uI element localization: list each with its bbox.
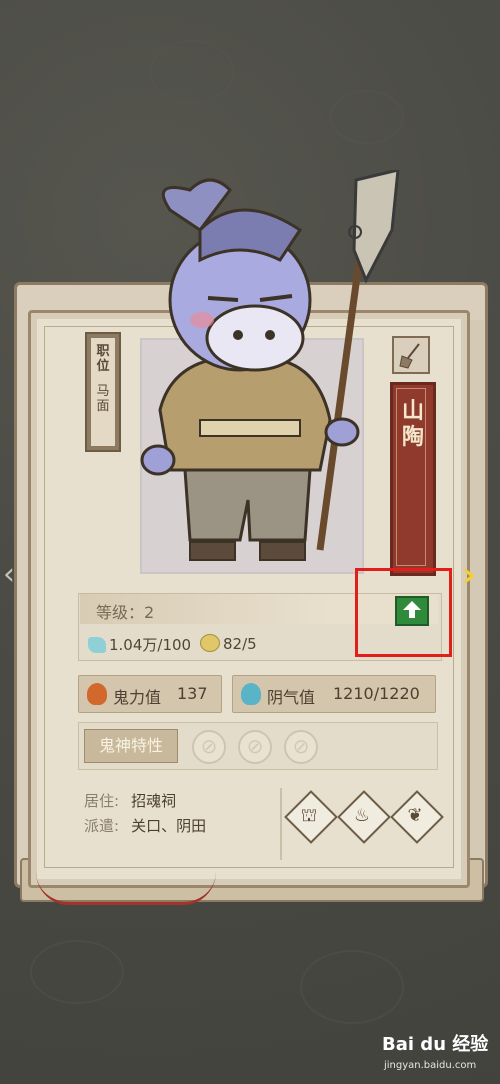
dispatch-info: 派遣: 关口、阴田 — [84, 815, 206, 836]
residence-value: 招魂祠 — [131, 792, 177, 810]
empty-trait-slot-icon[interactable]: ⊘ — [238, 730, 272, 764]
dispatch-value: 关口、阴田 — [131, 817, 207, 835]
coin-value: 82/5 — [223, 635, 257, 653]
character-portrait[interactable] — [130, 170, 410, 580]
info-divider — [280, 788, 282, 860]
yin-qi-stat: 阴气值 1210/1220 — [232, 675, 436, 713]
empty-trait-slot-icon[interactable]: ⊘ — [284, 730, 318, 764]
coin-resource: 82/5 — [200, 634, 257, 653]
jade-icon — [88, 637, 106, 653]
tutorial-highlight-box — [355, 568, 452, 657]
incense-icon: ♨ — [353, 805, 371, 826]
coin-icon — [200, 634, 220, 652]
dispatch-label: 派遣: — [84, 817, 120, 835]
position-tag: 职位 马面 — [85, 332, 121, 452]
background-swirl — [300, 950, 404, 1024]
position-label: 职位 — [96, 344, 110, 374]
ghost-power-value: 137 — [177, 684, 208, 703]
jade-resource: 1.04万/100 — [88, 634, 191, 655]
baidu-watermark-url: jingyan.baidu.com — [384, 1060, 477, 1071]
baidu-watermark: Bai du 经验 — [382, 1034, 489, 1055]
red-cord-decoration — [36, 872, 216, 905]
yin-flame-icon — [241, 683, 261, 705]
position-value: 马面 — [96, 384, 110, 414]
yin-qi-label: 阴气值 — [267, 688, 316, 707]
empty-trait-slot-icon[interactable]: ⊘ — [192, 730, 226, 764]
ghost-traits-button[interactable]: 鬼神特性 — [84, 729, 178, 763]
gift-bag-icon: ❦ — [407, 805, 423, 826]
jade-value: 1.04万/100 — [109, 636, 192, 654]
ghost-power-label: 鬼力值 — [113, 688, 162, 707]
background-swirl — [330, 90, 404, 144]
background-swirl — [30, 940, 124, 1004]
residence-label: 居住: — [84, 792, 120, 810]
rice-bowl-icon: ⛫ — [300, 805, 318, 826]
flame-icon — [87, 683, 107, 705]
next-character-arrow[interactable]: › — [462, 556, 498, 594]
level-label: 等级：2 — [96, 603, 155, 622]
ghost-power-stat: 鬼力值 137 — [78, 675, 222, 713]
background-swirl — [150, 40, 234, 104]
previous-character-arrow[interactable]: ‹ — [3, 560, 31, 590]
yin-qi-value: 1210/1220 — [333, 684, 420, 703]
residence-info: 居住: 招魂祠 — [84, 790, 176, 811]
